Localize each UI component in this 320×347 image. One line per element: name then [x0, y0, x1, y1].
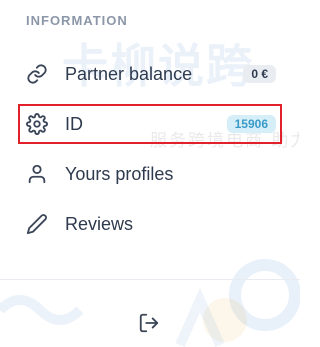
- menu-item-label: ID: [65, 113, 83, 134]
- menu-item-id[interactable]: ID 15906: [20, 102, 284, 146]
- menu-item-reviews[interactable]: Reviews: [20, 202, 284, 246]
- id-badge: 15906: [226, 115, 276, 133]
- section-title: INFORMATION: [26, 13, 128, 28]
- logout-button[interactable]: [136, 312, 162, 338]
- menu-item-label: Reviews: [65, 213, 134, 234]
- divider: [0, 279, 300, 280]
- menu-item-yours-profiles[interactable]: Yours profiles: [20, 152, 284, 196]
- information-panel: 卡柳说跨 服务跨境电商 助力中企出 INFORMATION Partner ba…: [0, 0, 300, 347]
- menu-item-label: Partner balance: [65, 63, 193, 84]
- link-icon: [24, 61, 50, 87]
- user-icon: [24, 161, 50, 187]
- gear-icon: [24, 111, 50, 137]
- logout-icon: [138, 312, 160, 339]
- balance-badge: 0 €: [243, 65, 276, 83]
- pencil-icon: [24, 211, 50, 237]
- menu-item-label: Yours profiles: [65, 163, 174, 184]
- menu-item-partner-balance[interactable]: Partner balance 0 €: [20, 52, 284, 96]
